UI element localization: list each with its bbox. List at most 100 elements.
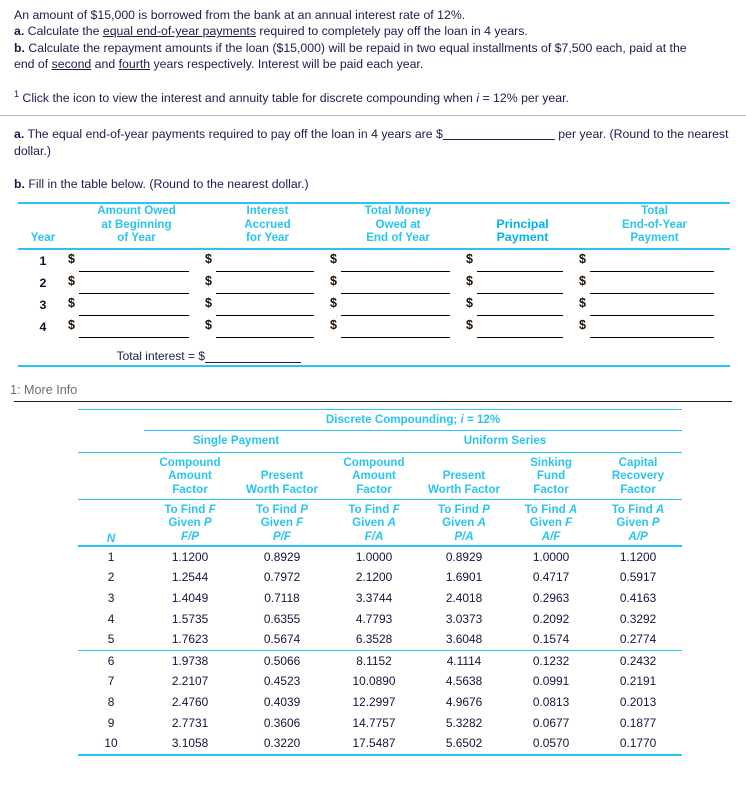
comp-ap-10: 0.1770 — [619, 736, 657, 751]
cell-interest-2[interactable]: $ — [205, 272, 330, 294]
comp-fp-1: 1.1200 — [171, 549, 209, 564]
comp-n-7: 7 — [107, 674, 115, 689]
af-given: Given — [529, 516, 566, 530]
cell-principal-4[interactable]: $ — [466, 316, 579, 338]
ap-tofind-sym: A — [655, 502, 665, 516]
comp-ap-1: 1.1200 — [619, 549, 657, 564]
comp-n-9: 9 — [107, 715, 115, 730]
total-interest-input[interactable] — [205, 349, 301, 363]
cell-total-owed-4[interactable]: $ — [330, 316, 466, 338]
total-spacer-2 — [330, 338, 466, 363]
fa-tofind: To Find — [348, 502, 393, 516]
input-underline[interactable] — [477, 270, 563, 272]
cell-interest-3[interactable]: $ — [205, 294, 330, 316]
total-interest-input-cell[interactable] — [205, 338, 330, 363]
header-year-line1: Year — [30, 231, 56, 245]
input-underline[interactable] — [79, 292, 189, 294]
cell-interest-1[interactable]: $ — [205, 250, 330, 272]
input-underline[interactable] — [341, 314, 450, 316]
input-underline[interactable] — [341, 292, 450, 294]
coltitle-fp-line2: Amount — [168, 469, 212, 483]
cell-amount-owed-1[interactable]: $ — [68, 250, 205, 272]
compounding-title-text: Discrete Compounding; — [325, 412, 458, 426]
cell-principal-3[interactable]: $ — [466, 294, 579, 316]
answer-a-label: a. — [14, 127, 25, 142]
currency-symbol: $ — [330, 251, 337, 266]
input-underline[interactable] — [79, 336, 189, 338]
answer-part-a: a. The equal end-of-year payments requir… — [0, 126, 746, 159]
coltitle-spacer — [78, 451, 144, 500]
cell-interest-4[interactable]: $ — [205, 316, 330, 338]
coltitle-fp-line3: Factor — [172, 482, 208, 496]
ap-given: Given — [616, 516, 652, 530]
cell-total-payment-2[interactable]: $ — [579, 272, 730, 294]
input-underline[interactable] — [341, 270, 450, 272]
fill-table-bottom-rule — [18, 364, 730, 367]
coltitle-pf-line2: Worth Factor — [246, 482, 318, 496]
compounding-title: Discrete Compounding; i = 12% — [144, 408, 683, 431]
cell-amount-owed-3[interactable]: $ — [68, 294, 205, 316]
cell-total-payment-4[interactable]: $ — [579, 316, 730, 338]
comp-pa-4: 3.0373 — [445, 611, 483, 626]
comp-pa-3: 2.4018 — [445, 591, 483, 605]
cell-amount-owed-4[interactable]: $ — [68, 316, 205, 338]
input-underline[interactable] — [216, 270, 314, 272]
currency-symbol: $ — [330, 295, 337, 310]
comp-pf-5: 0.5674 — [263, 632, 301, 647]
input-underline[interactable] — [79, 314, 189, 316]
af-given-sym: F — [565, 516, 573, 530]
input-underline[interactable] — [216, 314, 314, 316]
comp-fp-9: 2.7731 — [171, 715, 209, 730]
comp-fa-6: 8.1152 — [356, 653, 392, 668]
input-underline[interactable] — [590, 336, 714, 338]
total-interest-row: Total interest = $ — [18, 338, 730, 363]
cell-total-owed-1[interactable]: $ — [330, 250, 466, 272]
cell-total-payment-3[interactable]: $ — [579, 294, 730, 316]
input-underline[interactable] — [477, 314, 563, 316]
part-b-label: b. — [14, 40, 25, 55]
currency-symbol: $ — [466, 273, 473, 288]
pa-tofind-sym: P — [482, 502, 490, 516]
findgiven-ap: To Find A Given P A/P — [594, 498, 683, 547]
comp-pf-3: 0.7118 — [264, 591, 300, 605]
currency-symbol: $ — [579, 273, 586, 288]
comp-n-6: 6 — [107, 653, 115, 668]
header-interest-accrued: Interest Accrued for Year — [205, 204, 330, 247]
comp-pa-5: 3.6048 — [445, 632, 483, 647]
input-underline[interactable] — [79, 270, 189, 272]
header-total-payment-line2: End-of-Year — [621, 217, 688, 231]
comp-n-4: 4 — [107, 611, 115, 626]
comp-n-3: 3 — [107, 591, 115, 605]
table-row: 1 1.1200 0.8929 1.0000 0.8929 1.0000 1.1… — [78, 547, 682, 568]
problem-intro-text: An amount of $15,000 is borrowed from th… — [14, 8, 466, 22]
findgiven-pf-line1: To Find P — [236, 503, 328, 517]
cell-total-payment-1[interactable]: $ — [579, 250, 730, 272]
coltitle-fa-line3: Factor — [356, 482, 392, 496]
input-underline[interactable] — [216, 336, 314, 338]
comp-n-8: 8 — [107, 694, 115, 709]
part-a-pre: Calculate the — [24, 24, 103, 39]
input-underline[interactable] — [590, 270, 714, 272]
cell-amount-owed-2[interactable]: $ — [68, 272, 205, 294]
fill-table-body: 1 $ $ $ $ $ 2 $ $ $ $ $ 3 $ $ $ $ $ 4 $ … — [18, 250, 730, 363]
comp-fa-8: 12.2997 — [352, 694, 396, 709]
header-amount-owed-line1: Amount Owed — [97, 204, 176, 218]
input-underline[interactable] — [477, 292, 563, 294]
input-underline[interactable] — [216, 292, 314, 294]
footnote-text-pre: Click the icon to view the interest and … — [19, 90, 477, 105]
fp-tofind-sym: F — [208, 502, 216, 516]
findgiven-af-ratio: A/F — [541, 529, 561, 543]
findgiven-pf-ratio: P/F — [272, 529, 292, 543]
footnote-link-row[interactable]: 1 Click the icon to view the interest an… — [0, 86, 746, 107]
cell-principal-2[interactable]: $ — [466, 272, 579, 294]
fill-table: Year Amount Owed at Beginning of Year In… — [18, 204, 730, 247]
cell-total-owed-2[interactable]: $ — [330, 272, 466, 294]
input-underline[interactable] — [590, 292, 714, 294]
cell-principal-1[interactable]: $ — [466, 250, 579, 272]
cell-total-owed-3[interactable]: $ — [330, 294, 466, 316]
table-row: 4 1.5735 0.6355 4.7793 3.0373 0.2092 0.3… — [78, 609, 682, 630]
input-underline[interactable] — [341, 336, 450, 338]
input-underline[interactable] — [477, 336, 563, 338]
input-underline[interactable] — [590, 314, 714, 316]
answer-a-input[interactable] — [442, 126, 555, 141]
